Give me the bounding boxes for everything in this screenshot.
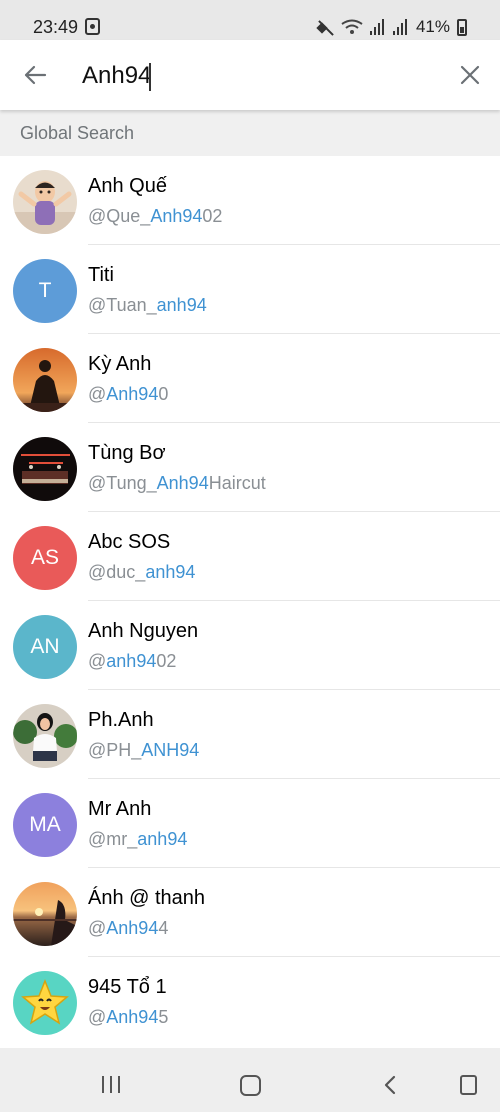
search-results-list: Anh Quế @Que_Anh9402 T Titi @Tuan_anh94 … bbox=[0, 156, 500, 1046]
global-search-header: Global Search bbox=[0, 108, 500, 156]
avatar-photo bbox=[13, 170, 77, 234]
search-result-row[interactable]: 945 Tổ 1 @Anh945 bbox=[0, 957, 500, 1046]
avatar-photo bbox=[13, 437, 77, 501]
avatar-emoji-star bbox=[13, 971, 77, 1035]
contact-name: Titi bbox=[88, 264, 114, 286]
recents-icon[interactable] bbox=[101, 1076, 123, 1095]
avatar-initials: T bbox=[13, 259, 77, 323]
search-result-row[interactable]: T Titi @Tuan_anh94 bbox=[0, 245, 500, 334]
contact-username: @Que_Anh9402 bbox=[88, 206, 223, 226]
contact-username: @Tung_Anh94Haircut bbox=[88, 473, 266, 493]
status-icons: 41% bbox=[317, 17, 467, 37]
avatar-photo bbox=[13, 882, 77, 946]
search-result-row[interactable]: Tùng Bơ @Tung_Anh94Haircut bbox=[0, 423, 500, 512]
search-header bbox=[0, 40, 500, 110]
search-result-row[interactable]: Anh Quế @Que_Anh9402 bbox=[0, 156, 500, 245]
avatar-initials: AN bbox=[13, 615, 77, 679]
contact-username: @Anh945 bbox=[88, 1007, 169, 1027]
avatar-initials: AS bbox=[13, 526, 77, 590]
contact-username: @mr_anh94 bbox=[88, 829, 188, 849]
search-result-row[interactable]: AN Anh Nguyen @anh9402 bbox=[0, 601, 500, 690]
contact-name: Abc SOS bbox=[88, 531, 171, 553]
text-cursor bbox=[149, 63, 151, 91]
contact-username: @PH_ANH94 bbox=[88, 740, 200, 760]
search-result-row[interactable]: Ánh @ thanh @Anh944 bbox=[0, 868, 500, 957]
search-result-row[interactable]: Ph.Anh @PH_ANH94 bbox=[0, 690, 500, 779]
search-input[interactable] bbox=[82, 60, 382, 92]
avatar-photo bbox=[13, 704, 77, 768]
contact-name: Mr Anh bbox=[88, 798, 152, 820]
battery-icon bbox=[457, 18, 467, 36]
status-bar: 23:49 41% bbox=[0, 0, 500, 40]
search-result-row[interactable]: Kỳ Anh @Anh940 bbox=[0, 334, 500, 423]
status-time: 23:49 bbox=[33, 17, 79, 37]
contact-username: @Tuan_anh94 bbox=[88, 295, 207, 315]
contact-name: Anh Nguyen bbox=[88, 620, 199, 642]
search-result-row[interactable]: MA Mr Anh @mr_anh94 bbox=[0, 779, 500, 868]
contact-name: 945 Tổ 1 bbox=[88, 976, 167, 998]
back-button[interactable] bbox=[14, 53, 58, 97]
android-navigation-bar bbox=[0, 1048, 500, 1112]
mute-icon bbox=[317, 19, 334, 36]
contact-username: @Anh940 bbox=[88, 384, 169, 404]
signal-icon bbox=[369, 19, 386, 35]
close-icon bbox=[460, 65, 480, 85]
avatar-initials: MA bbox=[13, 793, 77, 857]
wifi-icon bbox=[341, 19, 363, 34]
avatar-photo bbox=[13, 348, 77, 412]
contact-username: @Anh944 bbox=[88, 918, 169, 938]
home-icon[interactable] bbox=[240, 1075, 261, 1096]
contact-name: Ph.Anh bbox=[88, 709, 154, 731]
section-title: Global Search bbox=[20, 123, 135, 143]
contact-username: @anh9402 bbox=[88, 651, 177, 671]
contact-name: Tùng Bơ bbox=[88, 442, 166, 464]
contact-name: Kỳ Anh bbox=[88, 353, 152, 375]
battery-percentage: 41% bbox=[415, 17, 450, 36]
contact-name: Ánh @ thanh bbox=[88, 887, 206, 909]
arrow-left-icon bbox=[24, 65, 47, 85]
back-icon[interactable] bbox=[384, 1075, 396, 1095]
clear-search-button[interactable] bbox=[448, 53, 492, 97]
contact-name: Anh Quế bbox=[88, 175, 167, 197]
contact-username: @duc_anh94 bbox=[88, 562, 196, 582]
rotate-icon[interactable] bbox=[460, 1075, 477, 1095]
signal-icon-secondary bbox=[392, 19, 409, 35]
search-result-row[interactable]: AS Abc SOS @duc_anh94 bbox=[0, 512, 500, 601]
screenshot-notification-icon bbox=[85, 18, 100, 35]
